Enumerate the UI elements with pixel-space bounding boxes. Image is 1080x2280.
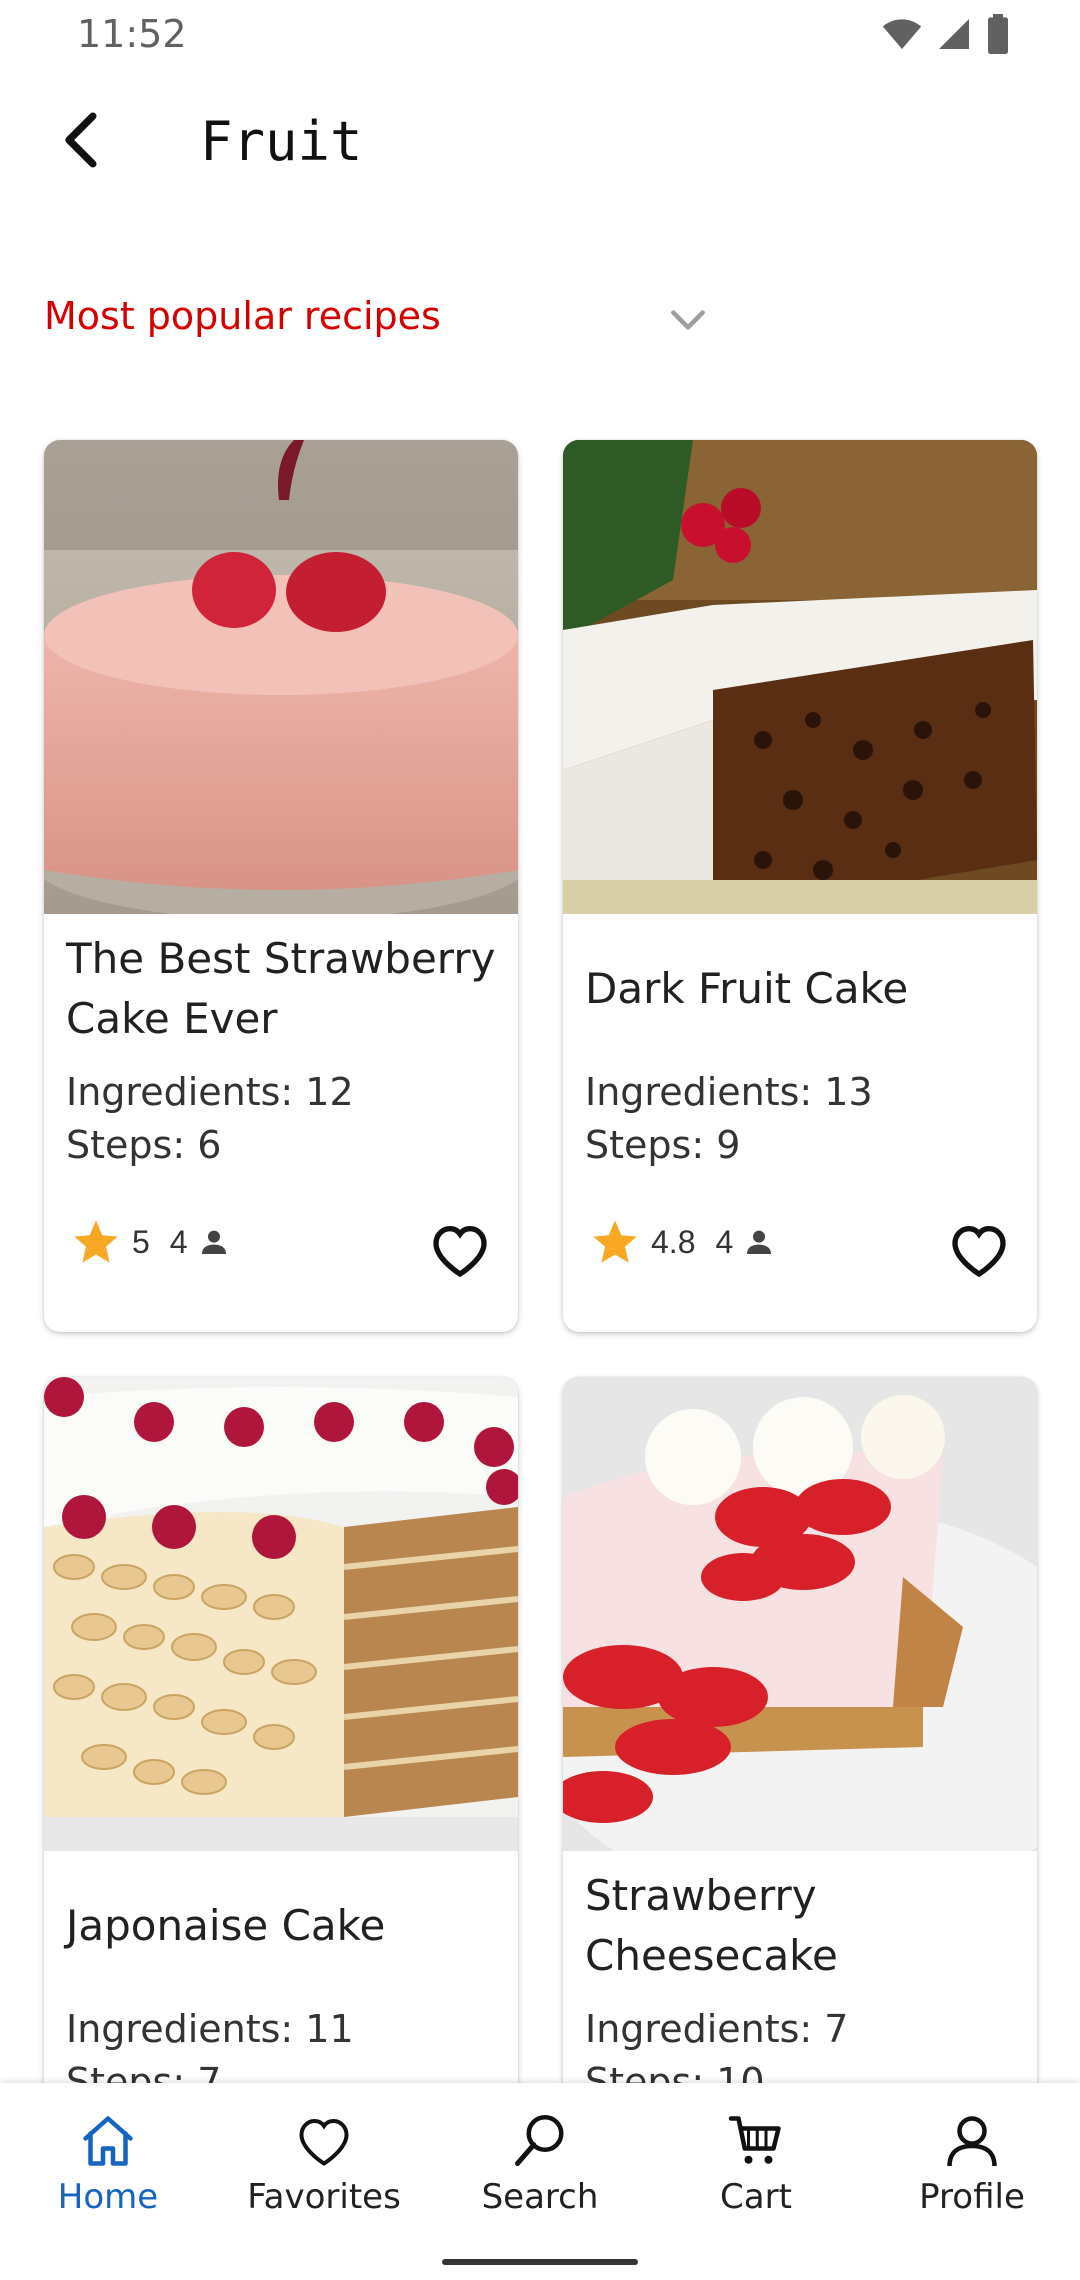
home-icon bbox=[83, 2116, 133, 2166]
recipe-title: Dark Fruit Cake bbox=[585, 964, 909, 1013]
nav-favorites[interactable]: Favorites bbox=[216, 2111, 432, 2217]
recipe-ingredients: Ingredients: 11 bbox=[66, 2007, 354, 2051]
status-icons bbox=[882, 14, 1010, 54]
recipe-card[interactable]: The Best Strawberry Cake Ever Ingredient… bbox=[44, 440, 518, 1332]
recipe-image bbox=[563, 440, 1037, 914]
heart-icon bbox=[299, 2118, 349, 2166]
nav-profile-label: Profile bbox=[919, 2177, 1025, 2217]
wifi-icon bbox=[882, 19, 922, 49]
recipe-steps: Steps: 9 bbox=[585, 1123, 741, 1167]
person-icon bbox=[947, 2116, 997, 2167]
review-count: 4 bbox=[169, 1223, 188, 1260]
back-button[interactable] bbox=[40, 100, 120, 180]
favorite-button[interactable] bbox=[428, 1218, 492, 1282]
rating-value: 4.8 bbox=[651, 1223, 696, 1260]
recipe-image bbox=[44, 1377, 518, 1851]
signal-icon bbox=[939, 19, 969, 49]
recipe-rating: 4.8 4 bbox=[589, 1216, 775, 1268]
nav-cart-label: Cart bbox=[720, 2177, 792, 2217]
recipe-steps: Steps: 6 bbox=[66, 1123, 222, 1167]
recipe-ingredients: Ingredients: 12 bbox=[66, 1070, 354, 1114]
recipe-title: Strawberry Cheesecake bbox=[585, 1871, 838, 1980]
recipe-ingredients: Ingredients: 7 bbox=[585, 2007, 849, 2051]
search-icon bbox=[515, 2115, 564, 2166]
recipe-card[interactable]: Strawberry Cheesecake Ingredients: 7 Ste… bbox=[563, 1377, 1037, 2137]
recipe-title: The Best Strawberry Cake Ever bbox=[66, 934, 496, 1043]
star-icon bbox=[593, 1220, 637, 1263]
sort-dropdown[interactable]: Most popular recipes bbox=[44, 290, 724, 350]
arrow-back-icon bbox=[65, 112, 97, 168]
bottom-navigation: Home Favorites Search Cart Profile bbox=[0, 2083, 1080, 2280]
person-icon bbox=[201, 1230, 226, 1254]
nav-search[interactable]: Search bbox=[432, 2111, 648, 2217]
page-title: Fruit bbox=[200, 110, 363, 173]
app-bar: Fruit bbox=[0, 80, 1080, 200]
nav-search-label: Search bbox=[481, 2177, 599, 2217]
nav-profile[interactable]: Profile bbox=[864, 2111, 1080, 2217]
favorite-button[interactable] bbox=[947, 1218, 1011, 1282]
recipe-ingredients: Ingredients: 13 bbox=[585, 1070, 873, 1114]
cart-icon bbox=[728, 2116, 781, 2164]
nav-home-label: Home bbox=[57, 2177, 159, 2217]
battery-icon bbox=[988, 14, 1008, 54]
home-indicator bbox=[442, 2259, 638, 2265]
recipe-image bbox=[563, 1377, 1037, 1851]
nav-home[interactable]: Home bbox=[0, 2111, 216, 2217]
recipe-rating: 5 4 bbox=[70, 1216, 230, 1268]
review-count: 4 bbox=[715, 1223, 734, 1260]
nav-favorites-label: Favorites bbox=[247, 2177, 401, 2217]
status-bar: 11:52 bbox=[0, 0, 1080, 70]
rating-value: 5 bbox=[132, 1223, 150, 1260]
chevron-down-icon bbox=[671, 310, 705, 330]
recipe-card[interactable]: Japonaise Cake Ingredients: 11 Steps: 7 bbox=[44, 1377, 518, 2137]
recipe-image bbox=[44, 440, 518, 914]
sort-label: Most popular recipes bbox=[44, 294, 441, 338]
recipe-title: Japonaise Cake bbox=[66, 1901, 386, 1950]
status-time: 11:52 bbox=[77, 12, 187, 56]
person-icon bbox=[747, 1230, 772, 1254]
nav-cart[interactable]: Cart bbox=[648, 2111, 864, 2217]
recipe-card[interactable]: Dark Fruit Cake Ingredients: 13 Steps: 9… bbox=[563, 440, 1037, 1332]
star-icon bbox=[74, 1220, 118, 1263]
